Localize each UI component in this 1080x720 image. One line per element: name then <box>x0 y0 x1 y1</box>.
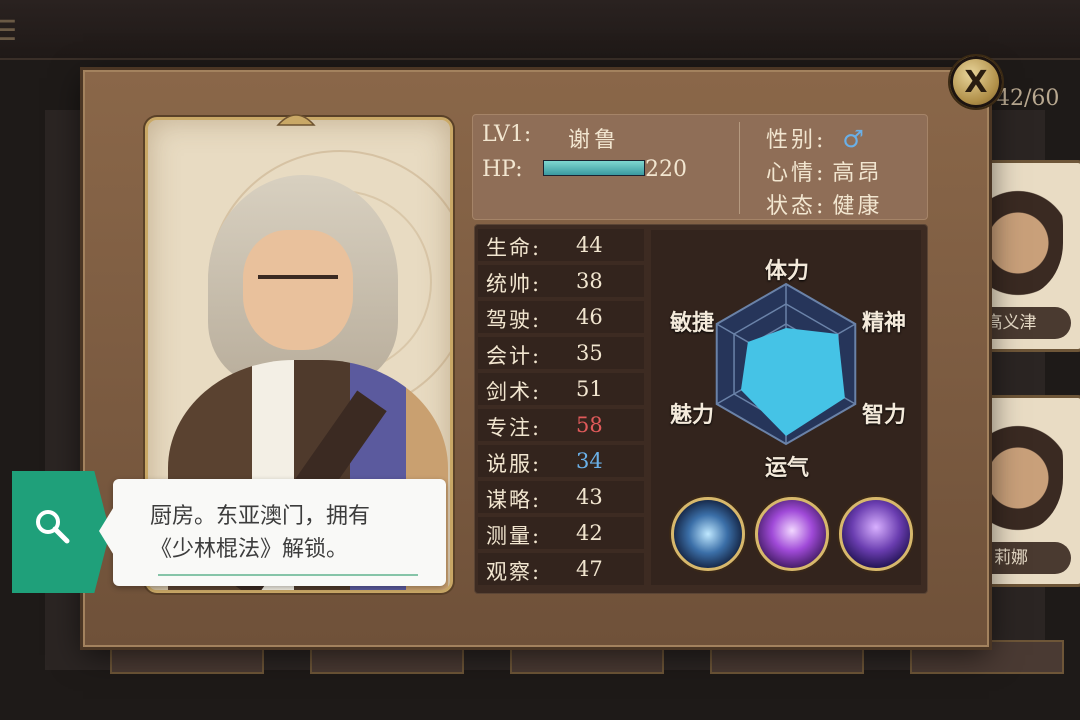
status-value: 健康 <box>832 194 883 219</box>
status-label: 状态: <box>766 194 827 219</box>
radar-label-spirit: 精神 <box>862 310 907 336</box>
male-symbol-icon: ♂ <box>842 125 867 153</box>
tooltip-underline <box>158 574 418 576</box>
radar-label-charm: 魅力 <box>670 402 715 428</box>
status-row: 状态: 健康 <box>766 188 882 220</box>
tooltip-line: 厨房。东亚澳门，拥有 <box>150 504 371 529</box>
attribute-row: 驾驶: 46 <box>478 301 644 333</box>
gender-row: 性别: ♂ <box>766 122 867 154</box>
attribute-value: 38 <box>576 269 603 293</box>
mood-label: 心情: <box>766 161 827 186</box>
lightning-slash-skill-icon[interactable] <box>671 497 745 571</box>
character-face <box>243 230 353 350</box>
attribute-label: 剑术: <box>486 380 542 404</box>
attribute-value: 46 <box>576 305 603 329</box>
attribute-row: 谋略: 43 <box>478 481 644 513</box>
top-bar: ☰ <box>0 0 1080 60</box>
hp-label: HP: <box>482 157 523 182</box>
attribute-label: 生命: <box>486 236 542 260</box>
third-eye-meditation-skill-icon[interactable] <box>839 497 913 571</box>
mood-row: 心情: 高昂 <box>766 155 882 187</box>
attribute-label: 测量: <box>486 524 542 548</box>
close-icon: X <box>964 64 988 100</box>
attribute-value: 34 <box>576 449 603 473</box>
attribute-value: 42 <box>576 521 603 545</box>
hp-bar <box>543 160 645 176</box>
attribute-label: 观察: <box>486 560 542 584</box>
hp-bar-fill <box>544 161 644 175</box>
search-icon <box>36 510 70 544</box>
attribute-row: 统帅: 38 <box>478 265 644 297</box>
roster-count: 42/60 <box>996 86 1060 111</box>
radar-label-luck: 运气 <box>765 455 810 481</box>
attribute-row: 观察: 47 <box>478 553 644 585</box>
info-divider <box>739 122 740 214</box>
attribute-value: 58 <box>576 413 603 437</box>
attribute-value: 43 <box>576 485 603 509</box>
attribute-row: 会计: 35 <box>478 337 644 369</box>
mood-value: 高昂 <box>832 161 883 186</box>
attribute-label: 谋略: <box>486 488 542 512</box>
character-eyes <box>258 275 338 289</box>
attribute-value: 47 <box>576 557 603 581</box>
fist-energy-skill-icon[interactable] <box>755 497 829 571</box>
gender-label: 性别: <box>766 128 827 153</box>
attribute-row: 说服: 34 <box>478 445 644 477</box>
frame-ornament-icon <box>276 114 316 126</box>
tooltip-line: 《少林棍法》解锁。 <box>150 537 349 562</box>
close-button[interactable]: X <box>948 54 1004 110</box>
attribute-row: 生命: 44 <box>478 229 644 261</box>
attribute-value: 51 <box>576 377 603 401</box>
menu-ornament-icon: ☰ <box>0 14 18 47</box>
tooltip-text: 厨房。东亚澳门，拥有 《少林棍法》解锁。 <box>150 500 430 566</box>
radar-label-intelligence: 智力 <box>862 402 907 428</box>
attribute-label: 说服: <box>486 452 542 476</box>
character-name: 谢鲁 <box>568 128 621 153</box>
attribute-value: 44 <box>576 233 603 257</box>
attribute-row: 专注: 58 <box>478 409 644 441</box>
attribute-row: 测量: 42 <box>478 517 644 549</box>
level-label: LV1: <box>482 122 532 147</box>
attribute-row: 剑术: 51 <box>478 373 644 405</box>
attribute-label: 专注: <box>486 416 542 440</box>
radar-label-stamina: 体力 <box>765 258 810 284</box>
radar-label-agility: 敏捷 <box>670 310 715 336</box>
hp-value: 220 <box>645 157 687 182</box>
attribute-label: 会计: <box>486 344 542 368</box>
tooltip-arrow <box>99 505 115 557</box>
attribute-label: 统帅: <box>486 272 542 296</box>
attribute-value: 35 <box>576 341 603 365</box>
attribute-label: 驾驶: <box>486 308 542 332</box>
